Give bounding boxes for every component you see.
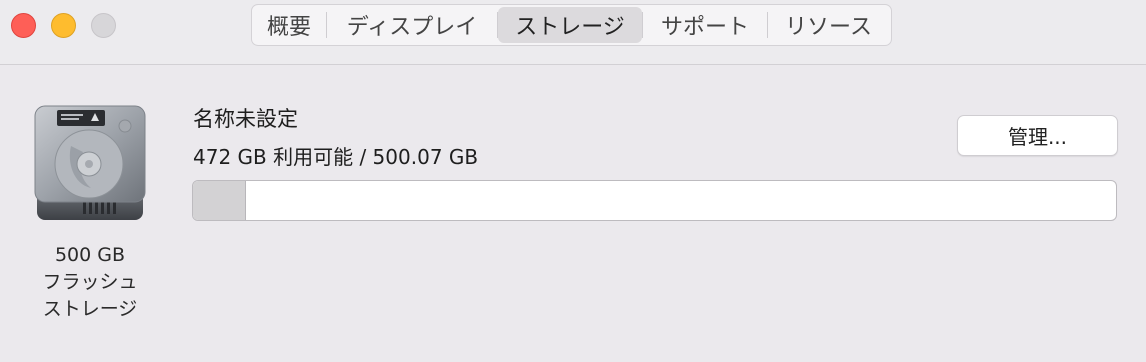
tab-bar: 概要 ディスプレイ ストレージ サポート リソース bbox=[251, 4, 892, 46]
storage-usage-bar bbox=[192, 180, 1117, 221]
close-window-button[interactable] bbox=[11, 13, 36, 38]
manage-button[interactable]: 管理... bbox=[957, 115, 1118, 156]
hard-drive-icon bbox=[34, 105, 146, 220]
tab-storage[interactable]: ストレージ bbox=[498, 7, 642, 43]
tab-overview[interactable]: 概要 bbox=[252, 7, 326, 43]
minimize-window-button[interactable] bbox=[51, 13, 76, 38]
disk-caption: 500 GB フラッシュ ストレージ bbox=[20, 242, 160, 323]
volume-usage: 472 GB 利用可能 / 500.07 GB bbox=[193, 145, 479, 169]
disk-type-label: フラッシュ bbox=[42, 271, 138, 293]
disk-type-label-2: ストレージ bbox=[42, 298, 138, 320]
zoom-window-button[interactable] bbox=[91, 13, 116, 38]
window-titlebar: 概要 ディスプレイ ストレージ サポート リソース bbox=[0, 0, 1146, 65]
disk-capacity-label: 500 GB bbox=[54, 244, 126, 266]
tab-displays[interactable]: ディスプレイ bbox=[327, 7, 497, 43]
tab-support[interactable]: サポート bbox=[643, 7, 767, 43]
tab-resources[interactable]: リソース bbox=[768, 7, 889, 43]
storage-used-segment bbox=[193, 181, 246, 220]
volume-name: 名称未設定 bbox=[193, 107, 298, 131]
